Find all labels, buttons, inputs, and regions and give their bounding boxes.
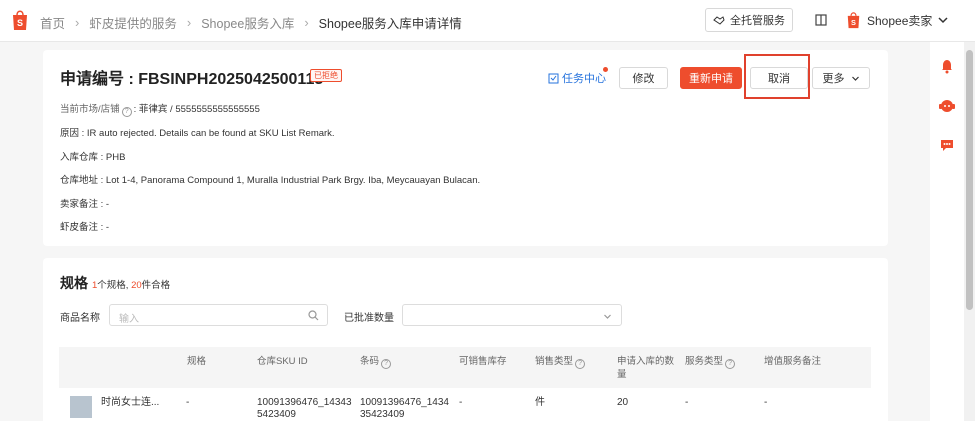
help-icon[interactable]: ? [575,359,586,369]
table-header: 规格 仓库SKU ID 条码? 可销售库存 销售类型? 申请入库的数量 服务类型… [59,347,871,388]
breadcrumb-inbound[interactable]: Shopee服务入库 [201,13,294,32]
search-icon[interactable] [308,310,319,321]
col-barcode: 条码? [360,355,393,369]
request-title: 申请编号 : FBSINPH2025042500113 [60,71,324,88]
col-spec: 规格 [187,356,207,367]
help-icon[interactable]: ? [381,359,392,369]
sku-id-line: 5423409 [257,409,296,420]
stock-cell: - [459,397,463,408]
service-type-cell: - [685,397,689,408]
task-center-label: 任务中心 [562,73,606,85]
qualified-count: 20 [131,280,142,291]
col-barcode-label: 条码 [360,356,380,367]
qualified-text: 件合格 [141,280,171,291]
edit-button[interactable]: 修改 [619,67,668,89]
reason-row: 原因 : IR auto rejected. Details can be fo… [60,128,335,139]
sku-id-cell: 10091396476_14343 5423409 [257,397,352,421]
barcode-cell: 10091396476_1434 35423409 [360,397,449,421]
barcode-line: 35423409 [360,409,405,420]
sku-id-line: 10091396476_14343 [257,397,352,408]
shopee-note-row: 虾皮备注 : - [60,222,110,233]
spec-card: 规格 1个规格, 20件合格 商品名称 输入 已批准数量 规格 仓库SKU ID… [43,258,888,421]
market-store-label: 当前市场/店铺 [60,104,120,115]
full-trust-service-label: 全托管服务 [730,15,785,27]
book-icon[interactable] [814,13,828,27]
spec-cell: - [186,397,190,408]
chevron-right-icon: › [304,15,309,30]
more-label: 更多 [822,73,845,85]
product-name-label: 商品名称 [60,313,100,324]
remark-cell: - [764,397,768,408]
approved-qty-select[interactable] [402,304,622,326]
task-center-notify-dot [603,67,608,72]
chat-icon[interactable] [940,138,954,152]
sale-type-cell: 件 [535,397,545,408]
col-inbound-qty: 申请入库的数量 [617,356,675,380]
shopee-seller-icon: S [847,12,860,29]
barcode-line: 10091396476_1434 [360,397,449,408]
chevron-right-icon: › [186,15,192,30]
customer-service-icon[interactable] [938,98,956,114]
help-icon[interactable]: ? [121,107,132,117]
spec-summary: 1个规格, 20件合格 [92,277,170,291]
breadcrumb-current: Shopee服务入库申请详情 [318,17,462,31]
scrollbar-thumb[interactable] [966,50,973,310]
inbound-qty-cell: 20 [617,397,629,408]
more-dropdown[interactable]: 更多 [812,67,870,89]
seller-account[interactable]: S Shopee卖家 [846,11,932,29]
col-sku-id: 仓库SKU ID [257,356,308,367]
handshake-icon [713,16,725,25]
top-bar: S 首页 › 虾皮提供的服务 › Shopee服务入库 › Shopee服务入库… [0,0,975,42]
full-trust-service-button[interactable]: 全托管服务 [705,8,793,32]
chevron-down-icon[interactable] [937,14,949,26]
seller-label: Shopee卖家 [867,13,933,28]
help-icon[interactable]: ? [725,359,736,369]
approved-qty-label: 已批准数量 [344,313,394,324]
status-badge: 已拒绝 [310,69,342,82]
address-row: 仓库地址 : Lot 1-4, Panorama Compound 1, Mur… [60,175,481,186]
svg-text:S: S [851,18,856,27]
chevron-down-icon [851,76,859,81]
col-service-type-label: 服务类型 [685,356,724,367]
col-remark: 增值服务备注 [764,356,822,367]
task-center-link[interactable]: 任务中心 [548,70,606,86]
spec-title: 规格 [60,275,88,291]
product-name-cell[interactable]: 时尚女士连... [101,397,159,409]
spec-count-text: 个规格, [97,280,132,291]
product-name-input[interactable]: 输入 [109,304,328,326]
market-store-value: : 菲律宾 / 5555555555555555 [133,104,260,115]
product-name-placeholder: 输入 [119,314,139,325]
product-thumbnail[interactable] [70,396,92,418]
col-sale-type: 销售类型? [535,355,587,369]
task-list-icon [548,73,559,83]
cancel-highlight-box [744,54,810,99]
chevron-right-icon: › [75,15,80,30]
col-sale-type-label: 销售类型 [535,356,574,367]
breadcrumb-services[interactable]: 虾皮提供的服务 [89,13,177,32]
svg-text:S: S [17,18,23,28]
breadcrumb: 首页 › 虾皮提供的服务 › Shopee服务入库 › Shopee服务入库申请… [40,13,462,32]
col-stock: 可销售库存 [459,356,507,367]
right-tool-rail [930,42,964,421]
market-store-row: 当前市场/店铺?: 菲律宾 / 5555555555555555 [60,101,260,117]
notification-bell-icon[interactable] [940,58,954,74]
shopee-logo-icon[interactable]: S [11,9,29,31]
seller-note-row: 卖家备注 : - [60,199,110,210]
col-service-type: 服务类型? [685,355,737,369]
breadcrumb-home[interactable]: 首页 [40,13,65,32]
warehouse-row: 入库仓库 : PHB [60,152,126,163]
request-detail-card: 申请编号 : FBSINPH2025042500113 已拒绝 任务中心 修改 … [43,50,888,246]
resubmit-button[interactable]: 重新申请 [680,67,742,89]
chevron-down-icon [604,314,611,319]
